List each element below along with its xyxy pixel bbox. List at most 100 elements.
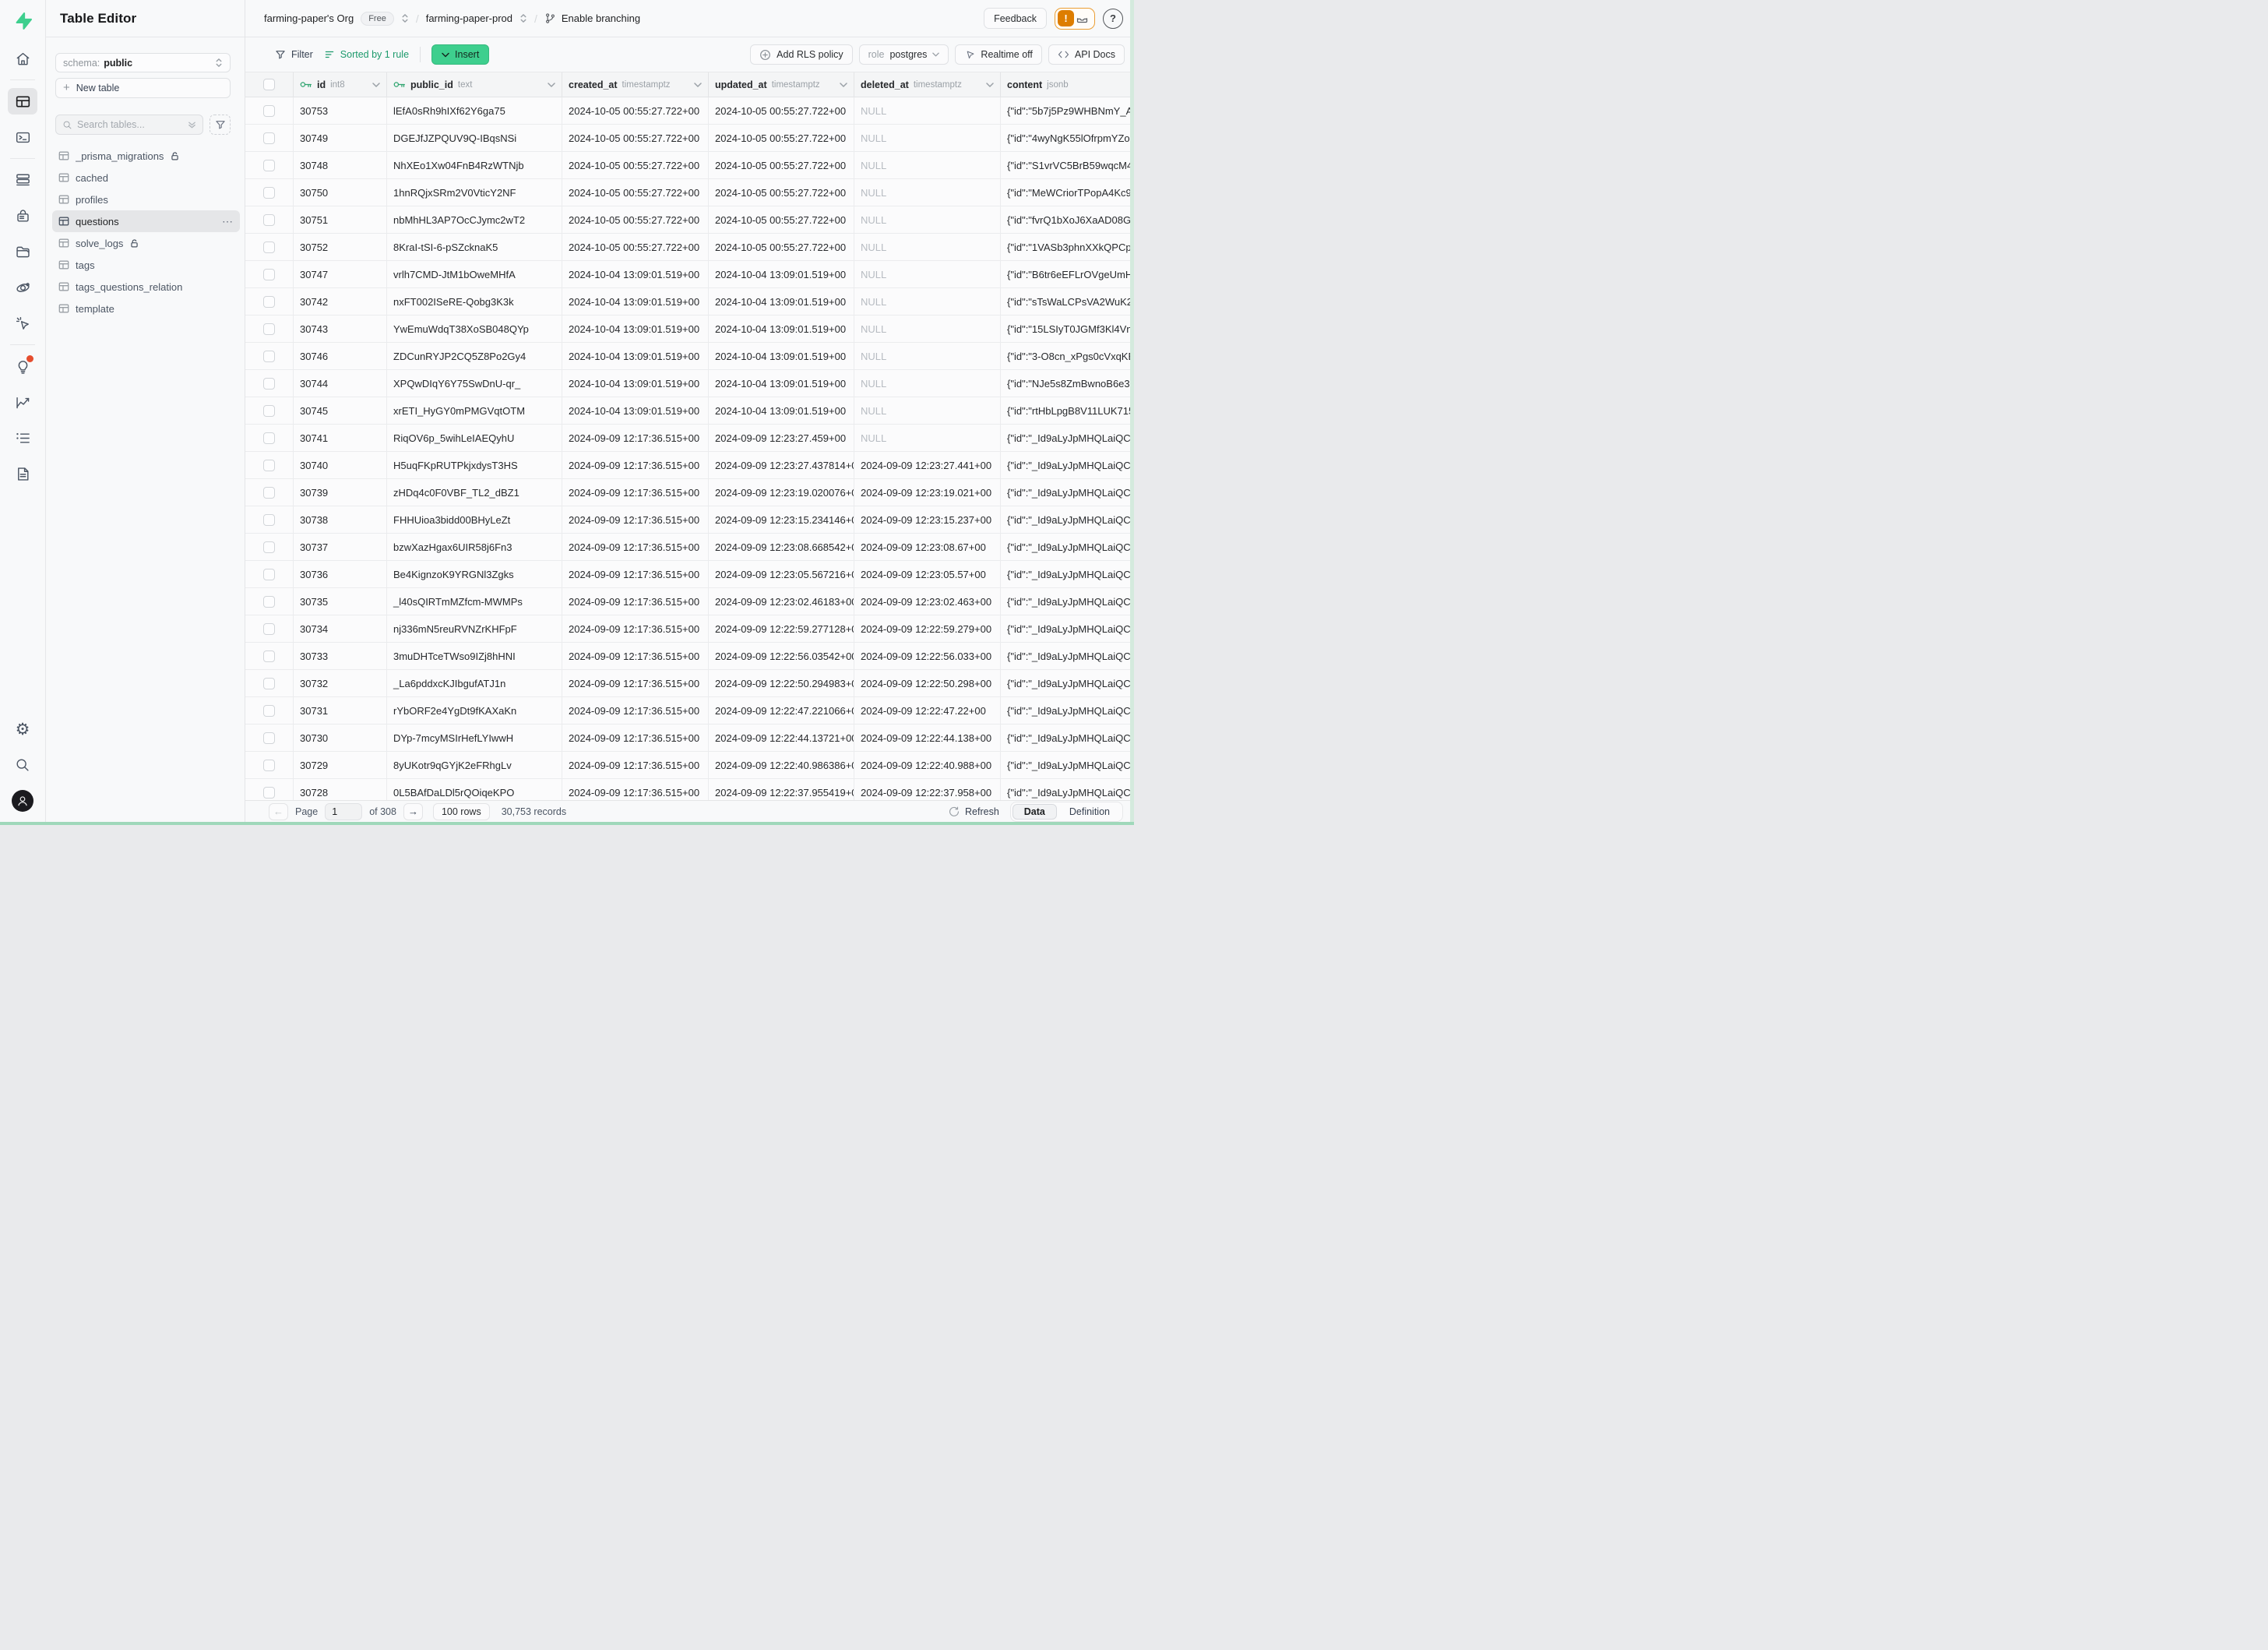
cell-public_id[interactable]: 8KraI-tSI-6-pSZcknaK5: [387, 234, 562, 260]
cell-created_at[interactable]: 2024-09-09 12:17:36.515+00: [562, 506, 709, 533]
cell-content[interactable]: {"id":"4wyNgK55lOfrpmYZo: [1001, 125, 1134, 151]
row-checkbox[interactable]: [263, 760, 275, 771]
row-checkbox[interactable]: [263, 596, 275, 608]
cell-created_at[interactable]: 2024-09-09 12:17:36.515+00: [562, 643, 709, 669]
cell-id[interactable]: 30750: [294, 179, 387, 206]
cell-content[interactable]: {"id":"3-O8cn_xPgs0cVxqKE: [1001, 343, 1134, 369]
cell-content[interactable]: {"id":"_Id9aLyJpMHQLaiQC: [1001, 752, 1134, 778]
sidebar-table-item-tags[interactable]: tags: [52, 254, 240, 276]
cell-deleted_at[interactable]: 2024-09-09 12:23:02.463+00: [854, 588, 1001, 615]
cell-content[interactable]: {"id":"15LSIyT0JGMf3Kl4Vn: [1001, 316, 1134, 342]
refresh-button[interactable]: Refresh: [949, 806, 999, 817]
cell-created_at[interactable]: 2024-09-09 12:17:36.515+00: [562, 561, 709, 587]
sidebar-table-item-cached[interactable]: cached: [52, 167, 240, 189]
cell-id[interactable]: 30753: [294, 97, 387, 124]
cell-deleted_at[interactable]: NULL: [854, 152, 1001, 178]
filter-button[interactable]: Filter: [275, 49, 313, 60]
logs-nav[interactable]: [8, 425, 37, 451]
cell-content[interactable]: {"id":"_Id9aLyJpMHQLaiQC: [1001, 670, 1134, 696]
cell-id[interactable]: 30730: [294, 725, 387, 751]
column-header-updated_at[interactable]: updated_attimestamptz: [709, 72, 854, 97]
cell-deleted_at[interactable]: 2024-09-09 12:23:05.57+00: [854, 561, 1001, 587]
cell-content[interactable]: {"id":"_Id9aLyJpMHQLaiQC: [1001, 425, 1134, 451]
cell-created_at[interactable]: 2024-09-09 12:17:36.515+00: [562, 725, 709, 751]
search-nav[interactable]: [8, 752, 37, 778]
cell-content[interactable]: {"id":"S1vrVC5BrB59wqcM4: [1001, 152, 1134, 178]
cell-created_at[interactable]: 2024-10-04 13:09:01.519+00: [562, 288, 709, 315]
row-checkbox[interactable]: [263, 650, 275, 662]
cell-updated_at[interactable]: 2024-09-09 12:22:59.277128+00: [709, 615, 854, 642]
row-checkbox[interactable]: [263, 569, 275, 580]
select-all-checkbox[interactable]: [263, 79, 275, 90]
cell-deleted_at[interactable]: 2024-09-09 12:22:37.958+00: [854, 779, 1001, 800]
search-tables-field[interactable]: [55, 115, 203, 135]
cell-content[interactable]: {"id":"_Id9aLyJpMHQLaiQC: [1001, 697, 1134, 724]
row-checkbox[interactable]: [263, 187, 275, 199]
cell-deleted_at[interactable]: NULL: [854, 179, 1001, 206]
vertical-scrollbar[interactable]: [1130, 0, 1134, 822]
plan-badge[interactable]: Free: [361, 12, 394, 26]
cell-updated_at[interactable]: 2024-09-09 12:23:19.020076+00: [709, 479, 854, 506]
realtime-toggle-button[interactable]: Realtime off: [955, 44, 1041, 65]
cell-content[interactable]: {"id":"B6tr6eEFLrOVgeUmH: [1001, 261, 1134, 287]
cell-public_id[interactable]: 1hnRQjxSRm2V0VticY2NF: [387, 179, 562, 206]
insert-button[interactable]: Insert: [431, 44, 489, 65]
column-header-deleted_at[interactable]: deleted_attimestamptz: [854, 72, 1001, 97]
filter-tables-button[interactable]: [210, 115, 231, 135]
help-button[interactable]: ?: [1103, 9, 1123, 29]
authentication-nav[interactable]: [8, 203, 37, 229]
search-tables-input[interactable]: [77, 119, 171, 130]
prev-page-button[interactable]: ←: [269, 803, 288, 820]
cell-id[interactable]: 30745: [294, 397, 387, 424]
cell-content[interactable]: {"id":"_Id9aLyJpMHQLaiQC: [1001, 452, 1134, 478]
row-checkbox[interactable]: [263, 514, 275, 526]
cell-content[interactable]: {"id":"_Id9aLyJpMHQLaiQC: [1001, 506, 1134, 533]
cell-id[interactable]: 30752: [294, 234, 387, 260]
supabase-logo[interactable]: [8, 8, 37, 34]
cell-id[interactable]: 30746: [294, 343, 387, 369]
cell-created_at[interactable]: 2024-10-04 13:09:01.519+00: [562, 261, 709, 287]
column-header-created_at[interactable]: created_attimestamptz: [562, 72, 709, 97]
cell-id[interactable]: 30743: [294, 316, 387, 342]
row-checkbox[interactable]: [263, 296, 275, 308]
schema-select[interactable]: schema: public: [55, 53, 231, 72]
cell-deleted_at[interactable]: 2024-09-09 12:22:44.138+00: [854, 725, 1001, 751]
cell-id[interactable]: 30744: [294, 370, 387, 397]
cell-updated_at[interactable]: 2024-09-09 12:23:05.567216+00: [709, 561, 854, 587]
cell-updated_at[interactable]: 2024-10-05 00:55:27.722+00: [709, 152, 854, 178]
cell-created_at[interactable]: 2024-10-05 00:55:27.722+00: [562, 125, 709, 151]
cell-updated_at[interactable]: 2024-09-09 12:22:37.955419+00: [709, 779, 854, 800]
row-checkbox[interactable]: [263, 269, 275, 280]
cell-public_id[interactable]: NhXEo1Xw04FnB4RzWTNjb: [387, 152, 562, 178]
row-checkbox[interactable]: [263, 623, 275, 635]
cell-deleted_at[interactable]: 2024-09-09 12:23:27.441+00: [854, 452, 1001, 478]
cell-public_id[interactable]: XPQwDIqY6Y75SwDnU-qr_: [387, 370, 562, 397]
cell-created_at[interactable]: 2024-10-05 00:55:27.722+00: [562, 179, 709, 206]
row-checkbox[interactable]: [263, 405, 275, 417]
tab-definition[interactable]: Definition: [1058, 805, 1121, 819]
cell-created_at[interactable]: 2024-09-09 12:17:36.515+00: [562, 779, 709, 800]
cell-updated_at[interactable]: 2024-10-04 13:09:01.519+00: [709, 288, 854, 315]
cell-updated_at[interactable]: 2024-10-04 13:09:01.519+00: [709, 370, 854, 397]
sidebar-table-item-tags_questions_relation[interactable]: tags_questions_relation: [52, 276, 240, 298]
cell-created_at[interactable]: 2024-10-05 00:55:27.722+00: [562, 97, 709, 124]
cell-id[interactable]: 30736: [294, 561, 387, 587]
cell-content[interactable]: {"id":"_Id9aLyJpMHQLaiQC: [1001, 561, 1134, 587]
cell-deleted_at[interactable]: NULL: [854, 425, 1001, 451]
row-checkbox[interactable]: [263, 460, 275, 471]
row-checkbox[interactable]: [263, 214, 275, 226]
row-checkbox[interactable]: [263, 351, 275, 362]
cell-updated_at[interactable]: 2024-09-09 12:22:40.986386+00: [709, 752, 854, 778]
chevron-down-icon[interactable]: [548, 83, 555, 87]
cell-deleted_at[interactable]: NULL: [854, 288, 1001, 315]
feedback-button[interactable]: Feedback: [984, 8, 1047, 29]
row-checkbox[interactable]: [263, 160, 275, 171]
chevron-down-icon[interactable]: [694, 83, 702, 87]
cell-updated_at[interactable]: 2024-09-09 12:23:02.46183+00: [709, 588, 854, 615]
row-checkbox[interactable]: [263, 487, 275, 499]
row-checkbox[interactable]: [263, 105, 275, 117]
cell-id[interactable]: 30732: [294, 670, 387, 696]
row-checkbox[interactable]: [263, 705, 275, 717]
cell-content[interactable]: {"id":"NJe5s8ZmBwnoB6e3: [1001, 370, 1134, 397]
cell-deleted_at[interactable]: 2024-09-09 12:22:56.033+00: [854, 643, 1001, 669]
